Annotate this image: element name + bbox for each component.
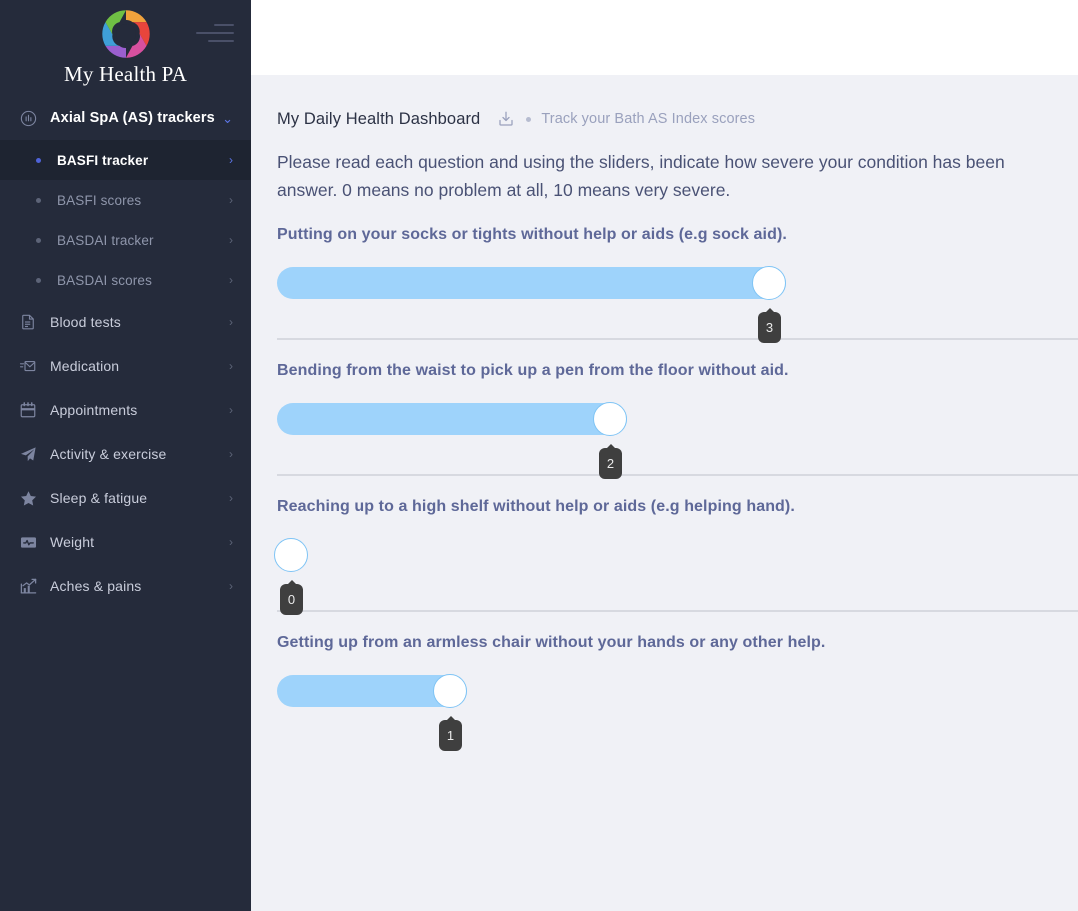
bullet-icon [36,157,41,163]
sidebar-group-axial-spa[interactable]: Axial SpA (AS) trackers ⌄ [0,96,251,140]
sidebar-item-label: Medication [50,358,120,374]
sidebar-item-blood-tests[interactable]: Blood tests › [0,300,251,344]
slider-4[interactable]: 1 [277,664,1078,751]
sidebar-item-medication[interactable]: Medication › [0,344,251,388]
slider-value-tooltip: 1 [439,720,462,751]
brand-name: My Health PA [64,62,187,86]
chevron-right-icon: › [229,359,233,373]
section-divider [277,338,1078,340]
chevron-right-icon: › [229,193,233,207]
sidebar-item-basfi-scores[interactable]: BASFI scores › [0,180,251,220]
slider-track[interactable] [277,267,786,299]
sidebar-item-label: BASFI tracker [57,152,149,168]
sidebar-item-label: BASDAI tracker [57,232,154,248]
slider-handle[interactable] [274,538,308,572]
slider-handle[interactable] [433,674,467,708]
bar-chart-circle-icon [18,108,38,128]
sidebar-item-basfi-tracker[interactable]: BASFI tracker › [0,140,251,180]
chevron-right-icon: › [229,447,233,461]
brand-header: My Health PA [0,0,251,96]
app-root: My Health PA Axial SpA (AS) trackers ⌄ B… [0,0,1078,911]
calendar-icon [18,400,38,420]
instructions-text: Please read each question and using the … [277,152,1005,200]
main-content: My Daily Health Dashboard Track your Bat… [251,0,1078,911]
page-subtitle: Track your Bath AS Index scores [541,111,756,127]
question-block-1: Putting on your socks or tights without … [277,226,1078,343]
section-divider [277,610,1078,612]
hamburger-menu-icon[interactable] [196,24,234,48]
hamburger-line-1 [214,24,234,26]
pulse-monitor-icon [18,532,38,552]
question-label: Getting up from an armless chair without… [277,634,826,651]
slider-1[interactable]: 3 [277,256,1078,343]
slider-handle[interactable] [752,266,786,300]
sidebar-item-basdai-tracker[interactable]: BASDAI tracker › [0,220,251,260]
chevron-right-icon: › [229,491,233,505]
hamburger-line-3 [208,40,234,42]
chevron-right-icon: › [229,403,233,417]
page-title: My Daily Health Dashboard [277,109,481,128]
sidebar-item-basdai-scores[interactable]: BASDAI scores › [0,260,251,300]
bullet-icon [36,277,41,283]
chevron-right-icon: › [229,315,233,329]
sidebar-item-label: BASDAI scores [57,272,152,288]
sidebar-item-label: Activity & exercise [50,446,167,462]
chevron-right-icon: › [229,153,233,167]
aperture-logo-icon [99,7,153,61]
chevron-right-icon: › [229,579,233,593]
question-label: Putting on your socks or tights without … [277,226,787,243]
slider-handle[interactable] [593,402,627,436]
envelope-icon [18,356,38,376]
slider-2[interactable]: 2 [277,392,1078,479]
bullet-icon [36,237,41,243]
chevron-down-icon: ⌄ [222,110,233,126]
hamburger-line-2 [196,32,234,34]
paper-plane-icon [18,444,38,464]
document-icon [18,312,38,332]
line-chart-icon [18,576,38,596]
star-icon [18,488,38,508]
slider-value-tooltip: 3 [758,312,781,343]
sidebar: My Health PA Axial SpA (AS) trackers ⌄ B… [0,0,251,911]
sidebar-item-activity-exercise[interactable]: Activity & exercise › [0,432,251,476]
sidebar-item-label: Weight [50,534,95,550]
question-block-4: Getting up from an armless chair without… [277,634,1078,751]
question-block-2: Bending from the waist to pick up a pen … [277,362,1078,479]
slider-value-tooltip: 0 [280,584,303,615]
bullet-icon [36,197,41,203]
sidebar-group-label: Axial SpA (AS) trackers [50,110,215,126]
sidebar-nav: Axial SpA (AS) trackers ⌄ BASFI tracker … [0,96,251,911]
page-header: My Daily Health Dashboard Track your Bat… [251,75,1078,137]
chevron-right-icon: › [229,233,233,247]
question-label: Reaching up to a high shelf without help… [277,498,795,515]
slider-3[interactable]: 0 [274,528,1078,615]
question-block-3: Reaching up to a high shelf without help… [274,498,1078,615]
slider-value-tooltip: 2 [599,448,622,479]
sidebar-item-weight[interactable]: Weight › [0,520,251,564]
chevron-right-icon: › [229,535,233,549]
sidebar-item-sleep-fatigue[interactable]: Sleep & fatigue › [0,476,251,520]
sidebar-item-label: Aches & pains [50,578,142,594]
slider-track[interactable] [277,403,627,435]
sidebar-item-label: Blood tests [50,314,121,330]
sidebar-item-label: BASFI scores [57,192,142,208]
chevron-right-icon: › [229,273,233,287]
question-label: Bending from the waist to pick up a pen … [277,362,789,379]
sidebar-item-label: Sleep & fatigue [50,490,148,506]
download-tray-icon[interactable] [497,110,515,128]
section-divider [277,474,1078,476]
separator-dot [526,116,532,122]
sidebar-item-label: Appointments [50,402,138,418]
top-bar [251,0,1078,75]
sidebar-item-aches-pains[interactable]: Aches & pains › [0,564,251,608]
questionnaire: Please read each question and using the … [251,148,1078,751]
sidebar-item-appointments[interactable]: Appointments › [0,388,251,432]
